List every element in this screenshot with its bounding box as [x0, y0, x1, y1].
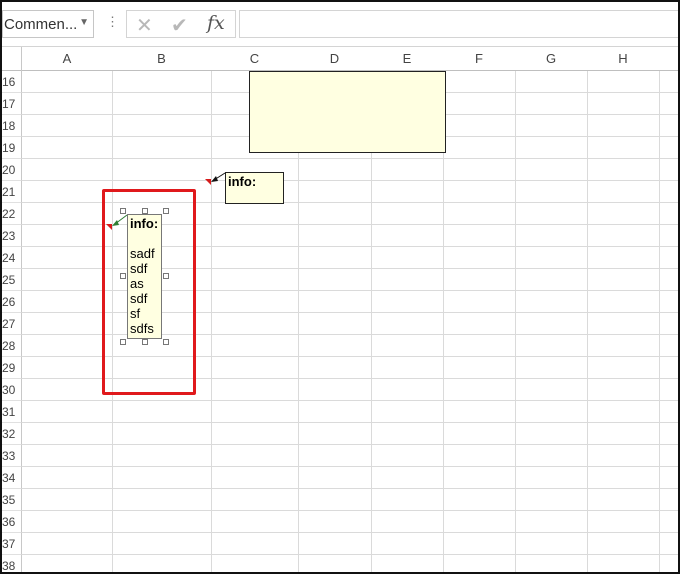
- row-header-19[interactable]: 19: [2, 137, 22, 159]
- row-header-36[interactable]: 36: [2, 511, 22, 533]
- row-header-27[interactable]: 27: [2, 313, 22, 335]
- col-divider: [587, 71, 588, 572]
- column-header-c[interactable]: C: [211, 51, 298, 66]
- row-header-34[interactable]: 34: [2, 467, 22, 489]
- comment-title: info:: [228, 174, 257, 189]
- row-header-37[interactable]: 37: [2, 533, 22, 555]
- row-header-18[interactable]: 18: [2, 115, 22, 137]
- enter-icon[interactable]: ✔: [171, 13, 188, 38]
- row-divider: [22, 400, 678, 401]
- row-header-21[interactable]: 21: [2, 181, 22, 203]
- col-divider: [659, 71, 660, 572]
- column-header-h[interactable]: H: [587, 51, 659, 66]
- select-all-corner[interactable]: [2, 47, 22, 71]
- name-box[interactable]: Commen... ▼: [2, 10, 94, 38]
- column-header-e[interactable]: E: [371, 51, 443, 66]
- column-header-d[interactable]: D: [298, 51, 371, 66]
- column-header-g[interactable]: G: [515, 51, 587, 66]
- row-header-25[interactable]: 25: [2, 269, 22, 291]
- name-box-value: Commen...: [4, 16, 78, 33]
- column-header: A B C D E F G H: [2, 46, 678, 71]
- formula-bar: Commen... ▼ ⋮ ✕ ✔ fx: [2, 2, 678, 46]
- chevron-down-icon[interactable]: ▼: [79, 17, 89, 28]
- col-divider: [515, 71, 516, 572]
- column-header-a[interactable]: A: [22, 51, 112, 66]
- row-divider: [22, 444, 678, 445]
- row-header-23[interactable]: 23: [2, 225, 22, 247]
- row-header-26[interactable]: 26: [2, 291, 22, 313]
- row-divider: [22, 510, 678, 511]
- row-header-20[interactable]: 20: [2, 159, 22, 181]
- insert-function-icon[interactable]: fx: [207, 12, 225, 34]
- row-header-16[interactable]: 16: [2, 71, 22, 93]
- col-divider: [211, 71, 212, 572]
- row-divider: [22, 554, 678, 555]
- row-divider: [22, 158, 678, 159]
- cancel-icon[interactable]: ✕: [136, 13, 153, 38]
- row-header-31[interactable]: 31: [2, 401, 22, 423]
- highlight-box: [102, 189, 196, 395]
- more-options-icon[interactable]: ⋮: [106, 14, 119, 30]
- row-header-38[interactable]: 38: [2, 555, 22, 572]
- row-divider: [22, 422, 678, 423]
- column-header-b[interactable]: B: [112, 51, 211, 66]
- comment-box-info[interactable]: info:: [225, 172, 284, 204]
- column-header-f[interactable]: F: [443, 51, 515, 66]
- formula-input[interactable]: [239, 10, 678, 38]
- row-header-22[interactable]: 22: [2, 203, 22, 225]
- formula-buttons: ✕ ✔ fx: [126, 10, 236, 38]
- row-header-35[interactable]: 35: [2, 489, 22, 511]
- row-header-33[interactable]: 33: [2, 445, 22, 467]
- comment-indicator[interactable]: [205, 179, 211, 185]
- comment-box-large[interactable]: [249, 71, 446, 153]
- row-header-29[interactable]: 29: [2, 357, 22, 379]
- row-header-30[interactable]: 30: [2, 379, 22, 401]
- row-divider: [22, 532, 678, 533]
- row-divider: [22, 466, 678, 467]
- excel-window: Commen... ▼ ⋮ ✕ ✔ fx A B C D E F G H 16 …: [0, 0, 680, 574]
- row-divider: [22, 488, 678, 489]
- row-header-17[interactable]: 17: [2, 93, 22, 115]
- row-header-24[interactable]: 24: [2, 247, 22, 269]
- row-header-28[interactable]: 28: [2, 335, 22, 357]
- row-divider: [22, 180, 678, 181]
- row-header-32[interactable]: 32: [2, 423, 22, 445]
